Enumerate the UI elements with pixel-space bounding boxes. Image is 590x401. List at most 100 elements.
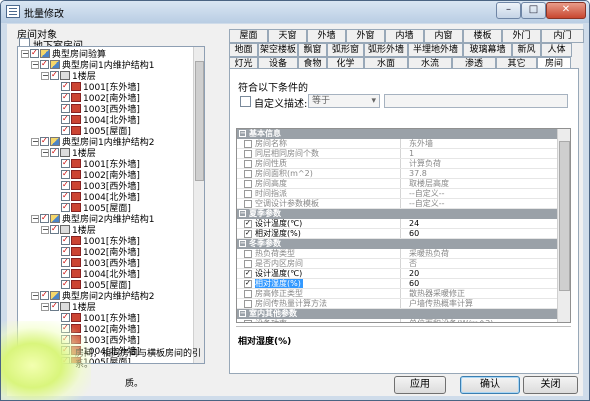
collapse-icon[interactable]: − (41, 72, 49, 80)
grid-scrollbar[interactable] (557, 129, 570, 322)
node-checkbox[interactable] (40, 289, 49, 300)
row-checkbox[interactable] (244, 290, 252, 298)
minimize-button[interactable]: – (496, 2, 521, 19)
collapse-icon[interactable]: − (31, 61, 39, 69)
collapse-icon[interactable]: − (41, 226, 49, 234)
row-checkbox[interactable] (244, 160, 252, 168)
tab-row1-4[interactable]: 内墙 (385, 29, 424, 43)
grid-section[interactable]: − 夏季参数 (237, 209, 558, 219)
grid-row[interactable]: 同层相同房间个数 1 (237, 149, 558, 159)
apply-button[interactable]: 应用 (394, 376, 446, 394)
tree-node[interactable]: − 典型房间1内维护结构1 (31, 58, 154, 71)
collapse-icon[interactable]: − (239, 310, 246, 317)
tree-node[interactable]: 1005[屋面] (51, 278, 131, 291)
grid-section[interactable]: − 室内其他参数 (237, 309, 558, 319)
tab-row2-0[interactable]: 地面 (229, 43, 258, 57)
grid-row[interactable]: 空调设计参数模板 --自定义-- (237, 199, 558, 209)
tree-node[interactable]: − 典型房间验算 (21, 47, 106, 60)
collapse-icon[interactable]: − (21, 50, 29, 58)
grid-row[interactable]: 相对湿度(%)60 (237, 278, 558, 289)
node-checkbox[interactable] (61, 91, 70, 102)
tab-row2-4[interactable]: 弧形外墙 (364, 43, 408, 57)
row-checkbox[interactable] (244, 180, 252, 188)
row-checkbox[interactable] (244, 170, 252, 178)
grid-row[interactable]: 设备功率 单位面积设备(W/m^2) (237, 319, 558, 322)
row-checkbox[interactable] (244, 300, 252, 308)
row-checkbox[interactable] (244, 150, 252, 158)
node-checkbox[interactable] (40, 212, 49, 223)
grid-row[interactable]: 房间高度 取楼层高度 (237, 179, 558, 189)
node-checkbox[interactable] (50, 223, 59, 234)
tab-row2-5[interactable]: 半埋地外墙 (408, 43, 463, 57)
grid-row[interactable]: 房间名称 东外墙 (237, 139, 558, 149)
tab-row2-3[interactable]: 弧形窗 (327, 43, 364, 57)
tab-row2-6[interactable]: 玻璃幕墙 (463, 43, 512, 57)
row-checkbox[interactable] (244, 200, 252, 208)
node-checkbox[interactable] (61, 124, 70, 135)
tab-row2-7[interactable]: 新风 (512, 43, 541, 57)
tree-node[interactable]: − 典型房间2内维护结构2 (31, 289, 154, 302)
collapse-icon[interactable]: − (239, 130, 246, 137)
grid-row[interactable]: 是否内区房间否 (237, 259, 558, 269)
grid-row[interactable]: 设计温度(℃)24 (237, 218, 558, 229)
tab-row1-3[interactable]: 外窗 (346, 29, 385, 43)
property-value[interactable]: 单位面积设备(W/m^2) (405, 319, 558, 322)
ok-button[interactable]: 确认 (460, 376, 520, 394)
node-checkbox[interactable] (40, 58, 49, 69)
collapse-icon[interactable]: − (41, 303, 49, 311)
node-checkbox[interactable] (61, 267, 70, 278)
custom-desc-checkbox[interactable] (240, 96, 251, 107)
node-checkbox[interactable] (61, 157, 70, 168)
maximize-button[interactable]: □ (521, 2, 546, 19)
tree-node[interactable]: 1005[屋面] (51, 201, 131, 214)
grid-row[interactable]: 相对湿度(%)60 (237, 228, 558, 239)
close-button[interactable]: 关闭 (523, 376, 578, 394)
tree-scrollbar[interactable] (193, 47, 204, 363)
collapse-icon[interactable]: − (31, 215, 39, 223)
node-checkbox[interactable] (50, 146, 59, 157)
grid-section[interactable]: − 冬季参数 (237, 239, 558, 249)
grid-section[interactable]: − 基本信息 (237, 129, 558, 139)
operator-dropdown[interactable]: 等于 ▾ (308, 94, 380, 108)
row-checkbox[interactable] (244, 260, 252, 268)
row-checkbox[interactable] (244, 140, 252, 148)
row-checkbox[interactable] (244, 320, 252, 322)
collapse-icon[interactable]: − (31, 138, 39, 146)
grid-row[interactable]: 房间性质 计算负荷 (237, 159, 558, 169)
row-checkbox[interactable] (244, 190, 252, 198)
collapse-icon[interactable]: − (239, 240, 246, 247)
grid-row[interactable]: 热负荷类型 采暖热负荷 (237, 249, 558, 259)
tab-row1-7[interactable]: 外门 (502, 29, 541, 43)
node-checkbox[interactable] (61, 245, 70, 256)
row-checkbox[interactable] (244, 278, 252, 288)
tree-node[interactable]: 1005[屋面] (51, 124, 131, 137)
tree-node[interactable]: − 典型房间1内维护结构2 (31, 135, 154, 148)
node-checkbox[interactable] (61, 113, 70, 124)
close-window-button[interactable]: ✕ (546, 2, 586, 19)
grid-row[interactable]: 时间指派 --自定义-- (237, 189, 558, 199)
tab-row2-1[interactable]: 架空楼板 (258, 43, 298, 57)
node-checkbox[interactable] (61, 201, 70, 212)
tab-row1-2[interactable]: 外墙 (307, 29, 346, 43)
node-checkbox[interactable] (61, 256, 70, 267)
tab-row1-6[interactable]: 楼板 (463, 29, 502, 43)
tab-row1-0[interactable]: 屋面 (229, 29, 268, 43)
node-checkbox[interactable] (61, 179, 70, 190)
node-checkbox[interactable] (50, 69, 59, 80)
grid-row[interactable]: 房间面积(m^2) 37.8 (237, 169, 558, 179)
tree-node[interactable]: − 典型房间2内维护结构1 (31, 212, 154, 225)
tab-row2-2[interactable]: 飘窗 (298, 43, 327, 57)
grid-row[interactable]: 设计温度(℃)20 (237, 268, 558, 279)
node-checkbox[interactable] (61, 278, 70, 289)
row-checkbox[interactable] (244, 218, 252, 228)
node-checkbox[interactable] (50, 300, 59, 311)
tab-row1-5[interactable]: 内窗 (424, 29, 463, 43)
tab-row1-8[interactable]: 内门 (541, 29, 584, 43)
node-checkbox[interactable] (40, 135, 49, 146)
node-checkbox[interactable] (30, 47, 39, 58)
node-checkbox[interactable] (61, 234, 70, 245)
collapse-icon[interactable]: − (239, 210, 246, 217)
collapse-icon[interactable]: − (31, 292, 39, 300)
row-checkbox[interactable] (244, 268, 252, 278)
node-checkbox[interactable] (61, 102, 70, 113)
